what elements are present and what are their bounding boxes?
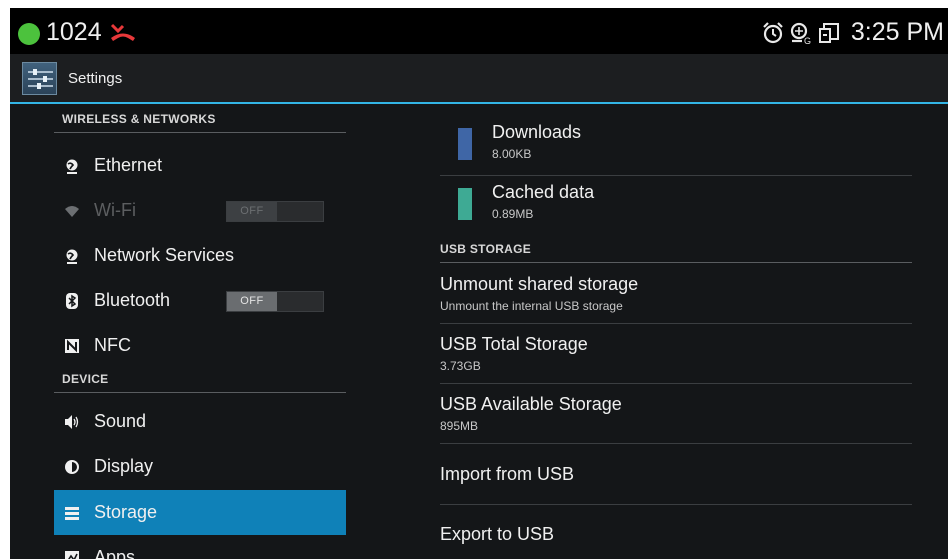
usb-available-storage-item: USB Available Storage 895MB [440,394,912,433]
import-title: Import from USB [440,464,575,484]
usb-total-storage-item: USB Total Storage 3.73GB [440,334,912,373]
downloads-item[interactable]: Downloads 8.00KB [492,122,948,161]
row-divider [440,175,912,176]
settings-app-icon[interactable] [22,62,57,95]
section-divider [54,392,346,393]
usb-total-value: 3.73GB [440,359,481,373]
sidebar-item-label: Network Services [94,245,235,265]
missed-call-icon [110,23,135,41]
settings-sidebar: WIRELESS & NETWORKS Ethernet Wi-Fi OFF N… [10,106,360,559]
row-divider [440,323,912,324]
screen-icon [818,22,839,43]
sidebar-item-label: NFC [94,335,131,355]
sidebar-item-ethernet[interactable]: Ethernet [54,143,346,188]
row-divider [440,383,912,384]
sidebar-item-label: Sound [94,411,147,431]
row-divider [440,504,912,505]
unmount-storage-item[interactable]: Unmount shared storage Unmount the inter… [440,274,912,313]
alarm-icon [763,21,783,43]
section-header-wireless: WIRELESS & NETWORKS [62,112,216,126]
cached-data-item[interactable]: Cached data 0.89MB [492,182,948,221]
sidebar-item-wifi[interactable]: Wi-Fi OFF [54,188,346,233]
usb-available-value: 895MB [440,419,479,433]
sidebar-item-apps[interactable]: Apps [54,535,346,559]
wifi-toggle[interactable]: OFF [226,201,324,222]
downloads-color-swatch [458,128,472,160]
svg-text:G: G [804,36,811,45]
wifi-icon [54,188,82,233]
bluetooth-icon [54,278,82,323]
cached-data-title: Cached data [492,182,595,202]
sidebar-item-nfc[interactable]: NFC [54,323,346,368]
sidebar-item-label: Ethernet [94,155,163,175]
action-bar: Settings [10,54,948,104]
bluetooth-toggle[interactable]: OFF [226,291,324,312]
unmount-subtitle: Unmount the internal USB storage [440,299,623,313]
toggle-knob: OFF [227,202,277,221]
sidebar-item-bluetooth[interactable]: Bluetooth OFF [54,278,346,323]
cached-data-value: 0.89MB [492,207,534,221]
import-from-usb-item[interactable]: Import from USB [440,464,912,485]
sidebar-item-label: Display [94,456,154,476]
toggle-knob: OFF [227,292,277,311]
status-dot-icon [18,23,40,45]
globe-icon [54,233,82,278]
cached-color-swatch [458,188,472,220]
unmount-title: Unmount shared storage [440,274,639,294]
brightness-icon [54,444,82,489]
storage-content: Downloads 8.00KB Cached data 0.89MB USB … [430,106,948,559]
sidebar-item-label: Bluetooth [94,290,171,310]
sidebar-item-sound[interactable]: Sound [54,399,346,444]
speaker-icon [54,399,82,444]
nfc-icon [54,323,82,368]
downloads-title: Downloads [492,122,582,142]
section-divider [440,262,912,263]
status-number: 1024 [46,18,102,46]
sidebar-item-network-services[interactable]: Network Services [54,233,346,278]
globe-icon [54,143,82,188]
usb-storage-header: USB STORAGE [440,242,532,256]
sidebar-item-storage[interactable]: Storage [54,490,346,535]
location-icon: G [790,22,811,45]
export-to-usb-item[interactable]: Export to USB [440,524,912,545]
downloads-value: 8.00KB [492,147,532,161]
sidebar-item-display[interactable]: Display [54,444,346,489]
screen: 1024 G 3:25 PM Settings WIRELESS & NETWO… [10,8,948,559]
row-divider [440,443,912,444]
storage-icon [54,490,82,535]
usb-total-title: USB Total Storage [440,334,588,354]
usb-available-title: USB Available Storage [440,394,622,414]
section-header-device: DEVICE [62,372,109,386]
section-divider [54,132,346,133]
status-time: 3:25 PM [850,18,944,46]
status-bar: 1024 G 3:25 PM [10,8,948,54]
sidebar-item-label: Wi-Fi [94,200,136,220]
export-title: Export to USB [440,524,555,544]
sidebar-item-label: Apps [94,547,136,559]
status-right-group: G 3:25 PM [761,18,944,47]
apps-icon [54,535,82,559]
page-title: Settings [68,70,123,87]
sidebar-item-label: Storage [94,502,158,522]
